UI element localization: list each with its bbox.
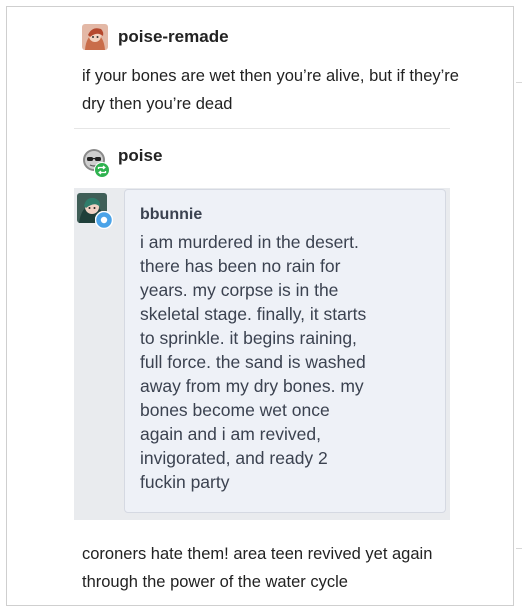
post-body: if your bones are wet then you’re alive,… [82, 67, 459, 113]
post-header: poise-remade [82, 24, 229, 50]
poise-remade-avatar[interactable] [82, 24, 108, 50]
comment-body: coroners hate them! area teen revived ye… [82, 545, 433, 591]
reblog-author[interactable]: poise [118, 146, 162, 166]
quote-author[interactable]: bbunnie [140, 206, 202, 224]
checkmark-badge-icon [95, 211, 113, 229]
post-author[interactable]: poise-remade [118, 27, 229, 47]
reblog-header: poise [82, 146, 162, 178]
quoted-post: bbunnie i am murdered in the desert. the… [74, 188, 450, 520]
poise-avatar[interactable] [82, 148, 110, 178]
edge-divider [516, 82, 522, 83]
bbunnie-avatar[interactable] [77, 193, 117, 233]
edge-divider [516, 548, 522, 549]
divider [74, 128, 450, 129]
reblog-icon [94, 162, 110, 178]
quote-body: i am murdered in the desert. there has b… [140, 232, 367, 492]
